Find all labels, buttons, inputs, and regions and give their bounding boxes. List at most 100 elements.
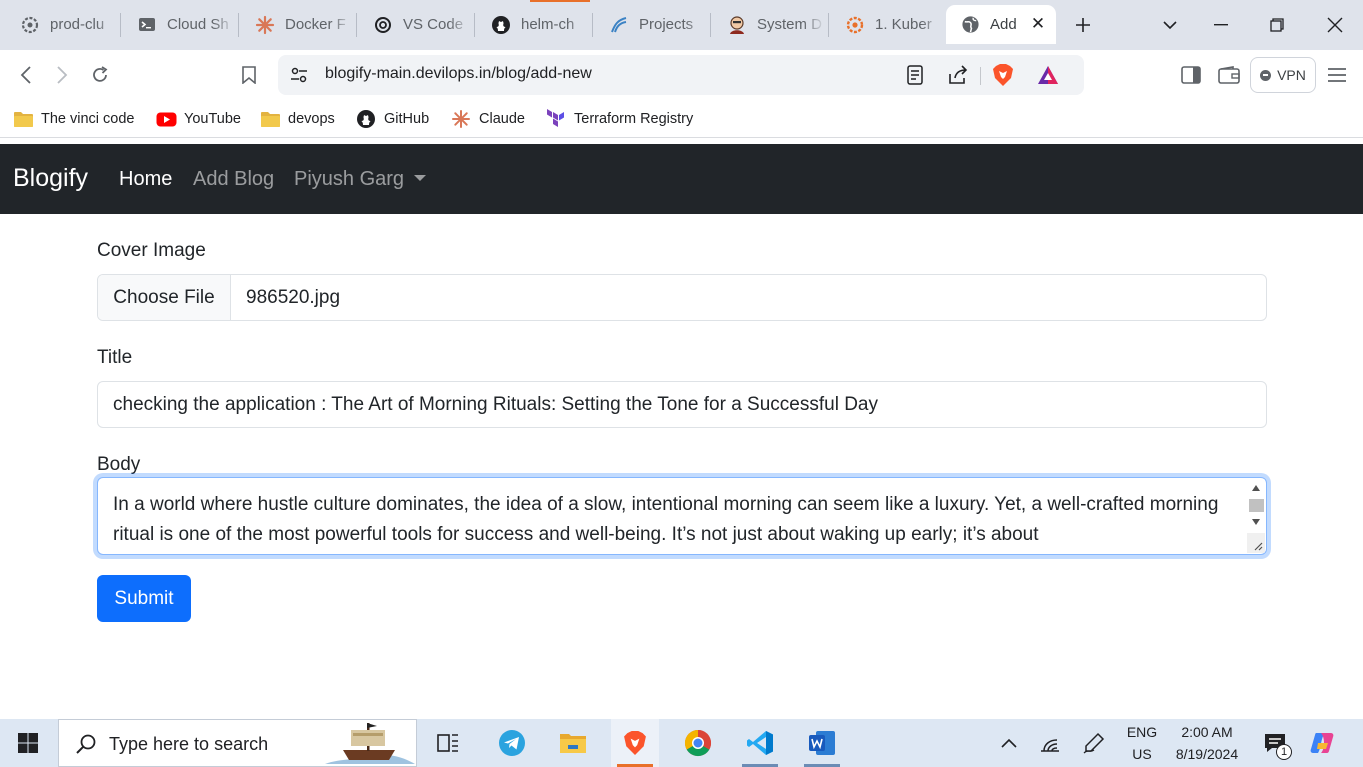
tab-cloud-shell[interactable]: Cloud Sh xyxy=(123,5,235,44)
bookmark-label: Claude xyxy=(479,111,525,127)
bookmark-the-vinci-code[interactable]: The vinci code xyxy=(12,107,135,131)
vpn-button[interactable]: VPN xyxy=(1250,57,1316,93)
vpn-label: VPN xyxy=(1277,67,1306,83)
reload-button[interactable] xyxy=(85,60,115,90)
choose-file-button[interactable]: Choose File xyxy=(98,275,231,320)
body-textarea-value: In a world where hustle culture dominate… xyxy=(113,494,1219,545)
tab-kubernetes[interactable]: 1. Kuber xyxy=(831,5,943,44)
body-textarea[interactable]: In a world where hustle culture dominate… xyxy=(97,477,1267,555)
bookmark-label: devops xyxy=(288,111,335,127)
bookmark-claude[interactable]: Claude xyxy=(450,107,525,131)
title-label: Title xyxy=(97,347,133,368)
file-explorer-icon[interactable] xyxy=(549,719,597,767)
folder-icon xyxy=(12,110,34,128)
share-icon[interactable] xyxy=(947,64,969,91)
selected-file-name: 986520.jpg xyxy=(246,287,341,308)
region: US xyxy=(1132,746,1152,762)
brave-shields-icon[interactable] xyxy=(992,63,1014,92)
clock[interactable]: 2:00 AM 8/19/2024 xyxy=(1168,719,1246,767)
caret-down-icon xyxy=(414,175,427,181)
bookmark-terraform-registry[interactable]: Terraform Registry xyxy=(545,107,693,131)
bookmark-github[interactable]: GitHub xyxy=(355,107,429,131)
avatar-icon xyxy=(727,15,747,35)
tab-vscode[interactable]: VS Code xyxy=(359,5,471,44)
word-icon[interactable] xyxy=(798,719,846,767)
nav-home-link[interactable]: Home xyxy=(119,168,172,191)
gear-icon xyxy=(20,15,40,35)
gitlab-icon xyxy=(845,15,865,35)
browser-toolbar: blogify-main.devilops.in/blog/add-new VP… xyxy=(0,50,1363,100)
submit-button[interactable]: Submit xyxy=(97,575,191,622)
nav-add-blog-link[interactable]: Add Blog xyxy=(193,168,274,191)
minimize-button[interactable] xyxy=(1206,10,1236,40)
copilot-icon[interactable] xyxy=(1306,719,1340,767)
sidebar-toggle-icon[interactable] xyxy=(1176,60,1206,90)
projects-icon xyxy=(609,15,629,35)
reader-mode-icon[interactable] xyxy=(906,65,924,90)
tab-prod-cluster[interactable]: prod-clu xyxy=(6,5,118,44)
title-input-value: checking the application : The Art of Mo… xyxy=(113,394,879,415)
brave-taskbar-icon[interactable] xyxy=(611,719,659,767)
network-icon[interactable] xyxy=(1036,719,1064,767)
forward-button[interactable] xyxy=(47,60,77,90)
vpn-status-icon xyxy=(1260,69,1272,81)
tab-helm-charts[interactable]: helm-ch xyxy=(477,5,589,44)
tab-loading-indicator xyxy=(530,0,590,2)
search-placeholder: Type here to search xyxy=(109,734,269,754)
wallet-icon[interactable] xyxy=(1214,60,1244,90)
pen-icon[interactable] xyxy=(1080,719,1108,767)
brave-rewards-icon[interactable] xyxy=(1036,64,1060,91)
bookmark-youtube[interactable]: YouTube xyxy=(155,107,241,131)
scrollbar-thumb[interactable] xyxy=(1249,499,1264,512)
scroll-down-arrow-icon[interactable] xyxy=(1252,519,1260,525)
search-icon xyxy=(75,733,97,760)
tab-projects[interactable]: Projects xyxy=(595,5,707,44)
terraform-icon xyxy=(545,109,567,128)
tab-search-chevron-icon[interactable] xyxy=(1155,10,1185,40)
back-button[interactable] xyxy=(11,60,41,90)
tab-docker[interactable]: Docker F xyxy=(241,5,353,44)
close-window-button[interactable] xyxy=(1320,10,1350,40)
taskbar-search-box[interactable]: Type here to search xyxy=(58,719,417,767)
telegram-icon[interactable] xyxy=(488,719,536,767)
globe-icon xyxy=(960,15,980,35)
bookmarks-bar: The vinci code YouTube devops GitHub Cla… xyxy=(0,100,1363,138)
user-name: Piyush Garg xyxy=(294,168,405,190)
menu-icon[interactable] xyxy=(1322,60,1352,90)
brand-logo[interactable]: Blogify xyxy=(13,164,88,193)
notification-count-badge: 1 xyxy=(1276,744,1292,760)
url-host: blogify-main.devilops.in xyxy=(325,65,492,82)
vscode-icon[interactable] xyxy=(736,719,784,767)
title-input[interactable]: checking the application : The Art of Mo… xyxy=(97,381,1267,428)
bookmark-label: GitHub xyxy=(384,111,430,127)
notifications-icon[interactable]: 1 xyxy=(1258,719,1292,767)
resize-grip-icon[interactable] xyxy=(1247,533,1265,553)
site-settings-icon[interactable] xyxy=(289,65,309,90)
address-bar[interactable]: blogify-main.devilops.in/blog/add-new xyxy=(278,55,1084,95)
cover-image-label: Cover Image xyxy=(97,240,206,261)
url-text[interactable]: blogify-main.devilops.in/blog/add-new xyxy=(325,65,592,83)
bookmark-label: Terraform Registry xyxy=(574,111,694,127)
textarea-scrollbar[interactable] xyxy=(1247,479,1265,553)
claude-icon xyxy=(450,110,472,128)
cover-image-file-input[interactable]: Choose File 986520.jpg xyxy=(97,274,1267,321)
show-hidden-icons-chevron-icon[interactable] xyxy=(995,719,1023,767)
youtube-icon xyxy=(155,110,177,128)
new-tab-button[interactable] xyxy=(1068,10,1098,40)
windows-taskbar: Type here to search ENG US 2:00 AM 8/19/… xyxy=(0,719,1363,767)
task-view-icon[interactable] xyxy=(424,719,472,767)
close-tab-icon[interactable]: ✕ xyxy=(1030,15,1046,32)
tab-label: Add xyxy=(990,16,1017,33)
user-dropdown[interactable]: Piyush Garg xyxy=(294,168,427,191)
restore-button[interactable] xyxy=(1262,10,1292,40)
chrome-icon[interactable] xyxy=(674,719,722,767)
language-indicator[interactable]: ENG US xyxy=(1122,719,1162,767)
start-button[interactable] xyxy=(0,719,56,767)
tab-system[interactable]: System D xyxy=(713,5,825,44)
bookmark-icon[interactable] xyxy=(234,60,264,90)
openai-icon xyxy=(373,15,393,35)
date: 8/19/2024 xyxy=(1175,746,1239,762)
bookmark-devops[interactable]: devops xyxy=(259,107,335,131)
tab-add-blog-active[interactable]: Add ✕ xyxy=(946,5,1056,44)
scroll-up-arrow-icon[interactable] xyxy=(1252,485,1260,491)
